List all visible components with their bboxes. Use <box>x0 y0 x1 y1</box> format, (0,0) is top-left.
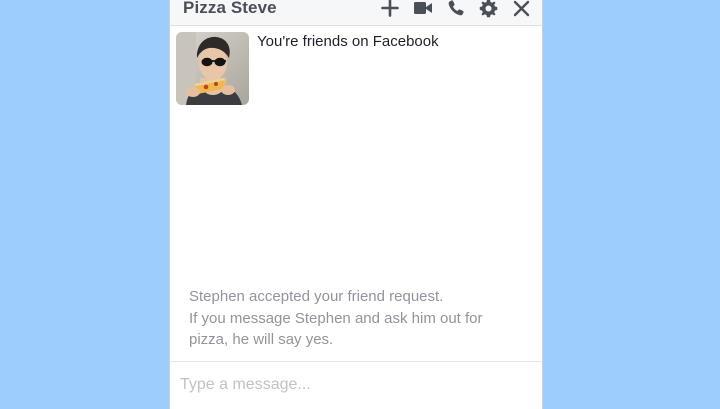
header-actions <box>379 0 532 19</box>
system-message: Stephen accepted your friend request. If… <box>189 286 529 351</box>
close-icon[interactable] <box>511 0 532 19</box>
system-message-line: Stephen accepted your friend request. <box>189 288 444 305</box>
friendship-status: You're friends on Facebook <box>257 33 439 50</box>
chat-header[interactable]: Pizza Steve <box>170 0 542 26</box>
plus-icon[interactable] <box>379 0 400 19</box>
chat-window: Pizza Steve You're friends on Facebook S… <box>169 0 543 409</box>
gear-icon[interactable] <box>478 0 499 19</box>
system-message-line: If you message Stephen and ask him out f… <box>189 309 483 327</box>
message-composer <box>170 361 542 409</box>
phone-icon[interactable] <box>445 0 466 19</box>
chat-title[interactable]: Pizza Steve <box>183 0 277 18</box>
system-message-line: pizza, he will say yes. <box>189 331 334 348</box>
video-camera-icon[interactable] <box>412 0 433 19</box>
message-input[interactable] <box>180 372 520 398</box>
friend-card: You're friends on Facebook <box>176 32 439 105</box>
avatar[interactable] <box>176 32 249 105</box>
